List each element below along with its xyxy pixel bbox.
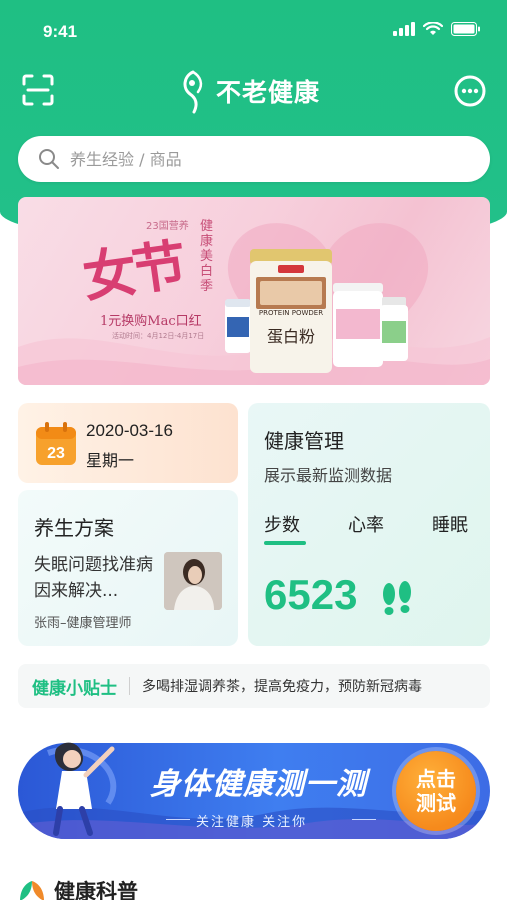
top-navigation: 不老健康 (0, 66, 507, 116)
girl-illustration (53, 742, 115, 836)
tips-text: 多喝排湿调养茶，提高免疫力，预防新冠病毒 (142, 679, 422, 695)
tab-steps[interactable]: 步数 (264, 511, 300, 537)
status-icons (393, 22, 481, 36)
brand-name: 不老健康 (216, 78, 321, 107)
health-subtitle: 展示最新监测数据 (264, 466, 393, 485)
product-can-main: PROTEIN POWDER 蛋白粉 (248, 249, 334, 375)
search-bar[interactable] (18, 136, 490, 182)
status-time: 9:41 (43, 22, 78, 41)
weekday-text: 星期一 (86, 451, 135, 470)
status-bar: 9:41 (0, 0, 507, 60)
tab-heart-rate[interactable]: 心率 (348, 511, 384, 537)
product-label: 蛋白粉 (266, 327, 315, 346)
date-text: 2020-03-16 (86, 421, 173, 440)
product-can-right (333, 283, 383, 367)
tips-divider (129, 677, 130, 695)
search-icon (39, 149, 59, 169)
search-input[interactable] (70, 149, 450, 169)
health-title: 健康管理 (264, 429, 344, 453)
health-tips-bar[interactable]: 健康小贴士 多喝排湿调养茶，提高免疫力，预防新冠病毒 (18, 664, 490, 708)
health-test-banner[interactable]: 身体健康测一测 关注健康 关注你 点击 测试 (18, 742, 490, 839)
plan-description: 失眠问题找准病因来解决... (34, 555, 153, 601)
product-bottle-right (380, 297, 408, 361)
active-tab-indicator (264, 541, 306, 545)
test-subtitle: 关注健康 关注你 (196, 815, 308, 830)
tips-label: 健康小贴士 (32, 678, 117, 699)
science-title: 健康科普 (54, 880, 138, 900)
footprints-icon (383, 581, 411, 615)
battery-icon (451, 22, 480, 36)
brand: 不老健康 (176, 66, 320, 116)
signal-icon (393, 22, 415, 36)
calendar-icon: 23 (36, 422, 76, 465)
promo-banner[interactable]: 23国营养 女节 健康美白季 1元换购Mac口红 活动时间：4月12日-4月17… (18, 197, 490, 385)
health-management-card[interactable]: 健康管理 展示最新监测数据 步数 心率 睡眠 6523 (248, 403, 490, 646)
brand-logo-icon (183, 70, 203, 114)
calendar-day: 23 (47, 445, 65, 462)
steps-value: 6523 (264, 571, 358, 618)
subtitle-line-right (352, 819, 376, 820)
banner-vertical-text: 健康美白季 (200, 219, 214, 294)
health-science-section-header: 健康科普 (18, 876, 138, 900)
plan-title: 养生方案 (34, 516, 114, 540)
plan-thumbnail (164, 552, 222, 610)
message-icon[interactable] (453, 74, 487, 108)
start-test-button[interactable]: 点击 测试 (396, 751, 476, 831)
banner-offer: 1元换购Mac口红 (100, 314, 202, 329)
health-plan-card[interactable]: 养生方案 失眠问题找准病因来解决... 张雨–健康管理师 (18, 490, 238, 646)
leaf-icon (20, 881, 44, 900)
date-card: 23 2020-03-16 星期一 (18, 403, 238, 483)
banner-headline: 女节 (78, 232, 187, 310)
plan-author: 张雨–健康管理师 (34, 616, 132, 631)
tab-sleep[interactable]: 睡眠 (432, 511, 468, 537)
wifi-icon (423, 22, 443, 35)
subtitle-line-left (166, 819, 190, 820)
test-title: 身体健康测一测 (150, 767, 367, 802)
test-button-line2: 测试 (416, 791, 456, 815)
test-button-line1: 点击 (416, 767, 456, 791)
banner-date: 活动时间：4月12日-4月17日 (112, 332, 205, 340)
scan-icon[interactable] (22, 74, 54, 106)
product-name-en: PROTEIN POWDER (258, 309, 324, 317)
